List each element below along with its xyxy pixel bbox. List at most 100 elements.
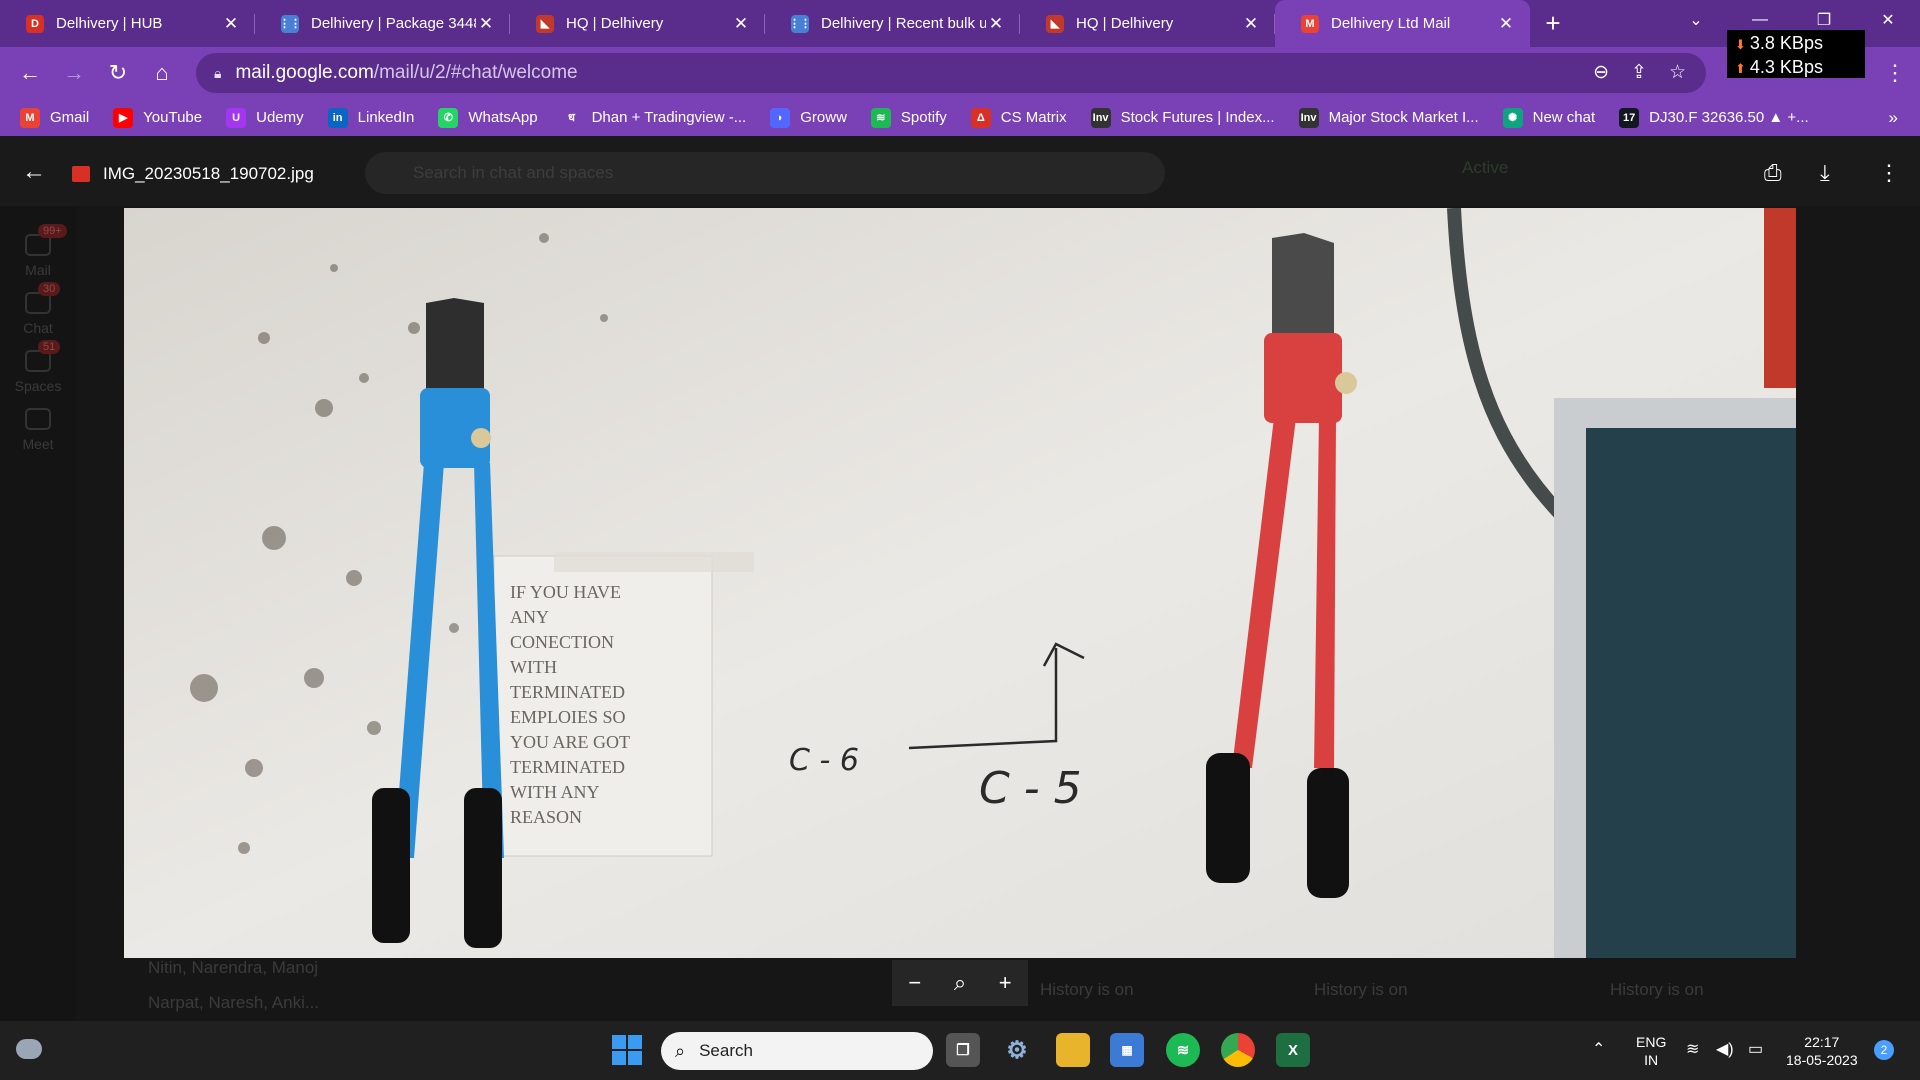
print-icon[interactable]: ⎙ [1764, 160, 1782, 186]
excel-taskbar-icon[interactable]: X [1276, 1033, 1310, 1067]
zoom-out-button[interactable]: − [908, 970, 921, 996]
tab-list: D Delhivery | HUB ✕ ⋮⋮ Delhivery | Packa… [0, 0, 1530, 47]
rail-item-meet[interactable]: Meet [0, 408, 76, 452]
rail-item-mail[interactable]: Mail 99+ [0, 224, 76, 278]
settings-icon[interactable]: ⚙ [1000, 1033, 1034, 1067]
sign-text-line: REASON [510, 807, 582, 827]
more-bookmarks-icon[interactable]: » [1889, 108, 1898, 128]
file-explorer-icon[interactable] [1056, 1033, 1090, 1067]
volume-icon[interactable]: ◀) [1716, 1041, 1734, 1059]
tab-title: HQ | Delhivery [566, 15, 664, 32]
bookmark-item[interactable]: U Udemy [226, 107, 304, 128]
tab-favicon-icon: ⋮⋮ [279, 14, 301, 33]
start-button[interactable] [612, 1035, 642, 1065]
bookmark-item[interactable]: ✺ New chat [1502, 107, 1595, 128]
close-tab-icon[interactable]: ✕ [476, 14, 496, 34]
bookmark-item[interactable]: ◗ Groww [770, 107, 847, 128]
bookmark-label: Major Stock Market I... [1328, 109, 1479, 126]
bookmark-item[interactable]: 17 DJ30.F 32636.50 ▲ +... [1619, 107, 1809, 128]
notification-badge[interactable]: 2 [1874, 1040, 1894, 1060]
minimize-button[interactable]: — [1728, 11, 1792, 29]
close-window-button[interactable]: ✕ [1856, 10, 1920, 30]
download-icon[interactable]: ⤓ [1820, 160, 1830, 186]
browser-tab[interactable]: ◣ HQ | Delhivery ✕ [510, 0, 765, 47]
region-label: IN [1644, 1052, 1659, 1068]
close-tab-icon[interactable]: ✕ [1496, 14, 1516, 34]
new-tab-button[interactable]: + [1530, 0, 1576, 47]
task-view-icon[interactable]: ❐ [946, 1033, 980, 1067]
language-indicator[interactable]: ENG IN [1636, 1033, 1666, 1069]
browser-tab[interactable]: ⋮⋮ Delhivery | Package 3448 ✕ [255, 0, 510, 47]
chrome-taskbar-icon[interactable] [1221, 1033, 1255, 1067]
rail-item-chat[interactable]: Chat 30 [0, 282, 76, 336]
store-icon[interactable]: ▦ [1110, 1033, 1144, 1067]
openai-icon: ✺ [1502, 107, 1523, 128]
bookmark-label: YouTube [143, 109, 203, 126]
bookmark-item[interactable]: in LinkedIn [327, 107, 415, 128]
bookmark-item[interactable]: Δ CS Matrix [970, 107, 1067, 128]
home-button[interactable]: ⌂ [140, 51, 184, 95]
zoom-magnifier-icon[interactable]: ⌕ [954, 970, 966, 996]
battery-icon[interactable]: ▭ [1748, 1041, 1763, 1059]
browser-tab[interactable]: D Delhivery | HUB ✕ [0, 0, 255, 47]
background-status: Active [1462, 158, 1509, 177]
history-status: History is on [1610, 980, 1704, 999]
close-tab-icon[interactable]: ✕ [986, 14, 1006, 34]
close-tab-icon[interactable]: ✕ [731, 14, 751, 34]
handwritten-label-left: C - 6 [789, 743, 859, 778]
tab-search-icon[interactable]: ⌄ [1664, 10, 1728, 30]
url-path: /mail/u/2/#chat/welcome [373, 62, 578, 83]
share-icon[interactable]: ⇪ [1631, 61, 1647, 84]
bookmark-item[interactable]: ध Dhan + Tradingview -... [561, 107, 746, 128]
bookmark-star-icon[interactable]: ☆ [1669, 61, 1686, 84]
tray-overflow-icon[interactable]: ⌃ [1592, 1041, 1605, 1059]
history-status: History is on [1040, 980, 1134, 999]
bookmark-item[interactable]: ✆ WhatsApp [438, 107, 538, 128]
zoom-icon[interactable]: ⊖ [1593, 61, 1609, 84]
bookmark-item[interactable]: Inv Stock Futures | Index... [1090, 107, 1275, 128]
photo-content: IF YOU HAVE ANY CONECTION WITH TERMINATED EMP… [124, 208, 1796, 958]
close-tab-icon[interactable]: ✕ [221, 14, 241, 34]
url-host: mail.google.com [235, 62, 374, 83]
spotify-icon: ≋ [870, 107, 891, 128]
bookmark-label: Groww [800, 109, 847, 126]
bookmark-item[interactable]: M Gmail [20, 107, 89, 128]
image-viewer-header: ← IMG_20230518_190702.jpg Search in chat… [0, 136, 1920, 206]
spotify-taskbar-icon[interactable]: ≋ [1166, 1033, 1200, 1067]
forward-button[interactable]: → [52, 51, 96, 95]
browser-tab[interactable]: M Delhivery Ltd Mail ✕ [1275, 0, 1530, 47]
rail-label: Spaces [14, 378, 62, 394]
bookmark-item[interactable]: Inv Major Stock Market I... [1298, 107, 1479, 128]
browser-tab[interactable]: ⋮⋮ Delhivery | Recent bulk u ✕ [765, 0, 1020, 47]
zoom-in-button[interactable]: + [999, 970, 1012, 996]
more-options-icon[interactable]: ⋮ [1878, 160, 1900, 186]
close-tab-icon[interactable]: ✕ [1241, 14, 1261, 34]
taskbar-search-label: Search [699, 1041, 753, 1060]
tab-favicon-icon: ◣ [536, 14, 554, 33]
background-search-input: Search in chat and spaces [365, 152, 1165, 194]
gmail-icon: M [20, 107, 40, 128]
restore-button[interactable]: ❐ [1792, 10, 1856, 30]
weather-icon[interactable] [16, 1039, 42, 1059]
chat-list-item[interactable]: Narpat, Naresh, Anki... [148, 993, 319, 1013]
close-viewer-back-icon[interactable]: ← [22, 158, 46, 186]
groww-icon: ◗ [770, 107, 791, 128]
taskbar-search[interactable]: ⌕ Search [661, 1032, 933, 1070]
chat-list-item[interactable]: Nitin, Narendra, Manoj [148, 958, 318, 978]
rail-label: Mail [25, 262, 51, 278]
bookmark-label: WhatsApp [468, 109, 538, 126]
reload-button[interactable]: ↻ [96, 51, 140, 95]
investing-icon: Inv [1298, 107, 1319, 128]
clock[interactable]: 22:17 18-05-2023 [1786, 1033, 1858, 1069]
browser-menu-icon[interactable]: ⋮ [1884, 60, 1906, 86]
bookmark-item[interactable]: ▶ YouTube [113, 107, 203, 128]
back-button[interactable]: ← [8, 51, 52, 95]
sign-text-line: TERMINATED [510, 682, 625, 702]
bookmark-item[interactable]: ≋ Spotify [870, 107, 947, 128]
search-icon: ⌕ [675, 1040, 686, 1061]
address-bar[interactable]: 🔒︎ mail.google.com /mail/u/2/#chat/welco… [196, 53, 1706, 93]
rail-item-spaces[interactable]: Spaces 51 [0, 340, 76, 394]
wifi-icon[interactable]: ≋ [1686, 1041, 1699, 1059]
browser-tab[interactable]: ◣ HQ | Delhivery ✕ [1020, 0, 1275, 47]
bookmark-label: LinkedIn [357, 109, 415, 126]
